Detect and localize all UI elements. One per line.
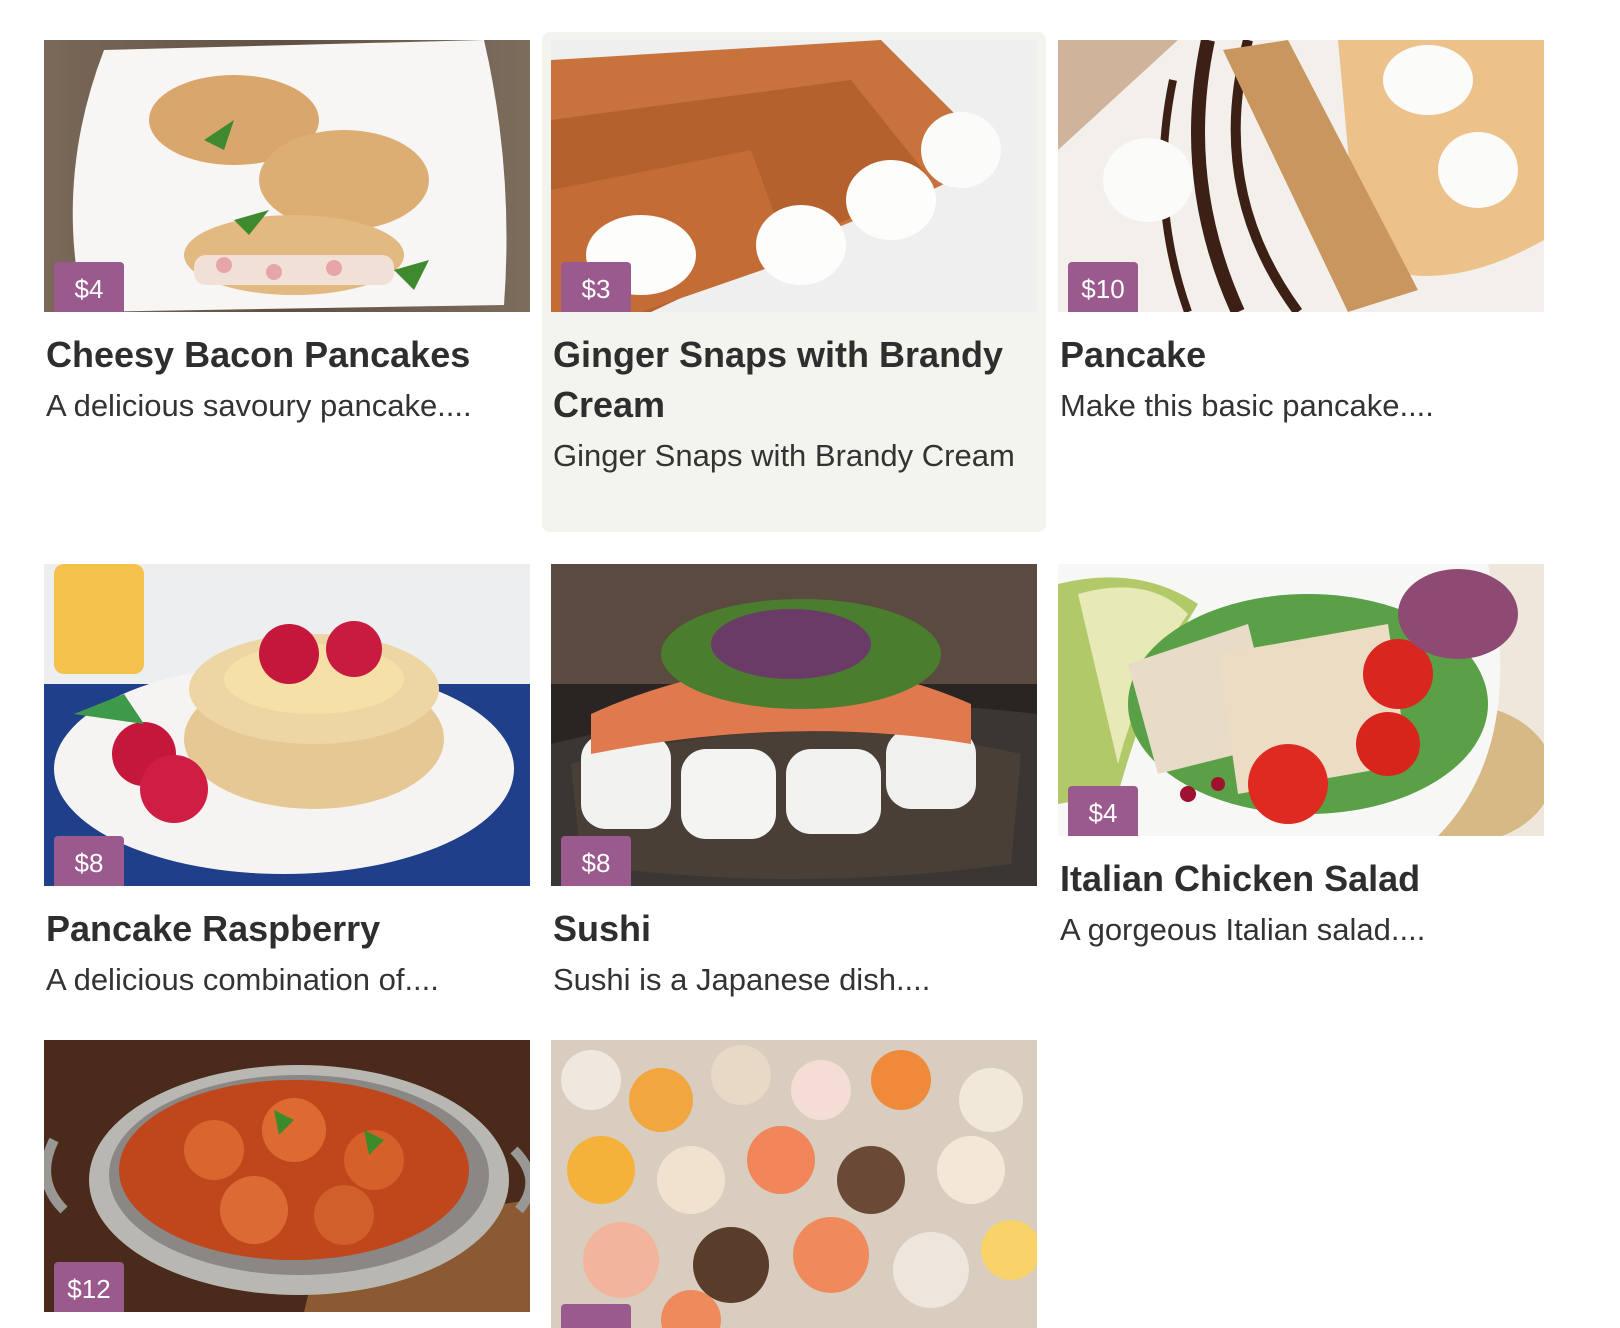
- price-badge: $10: [1068, 262, 1138, 312]
- menu-card-description: A delicious combination of....: [46, 962, 439, 997]
- menu-card-curry[interactable]: $12: [44, 1040, 530, 1312]
- menu-card-title[interactable]: Italian Chicken Salad: [1060, 854, 1544, 904]
- menu-card-description: Ginger Snaps with Brandy Cream: [553, 438, 1015, 473]
- price-badge: $12: [54, 1262, 124, 1312]
- menu-card-image[interactable]: $10: [1058, 40, 1544, 312]
- menu-card-image[interactable]: $3: [551, 40, 1037, 312]
- menu-card-italian-chicken-salad[interactable]: $4 Italian Chicken Salad A gorgeous Ital…: [1058, 564, 1544, 954]
- menu-card-pancake[interactable]: $10 Pancake Make this basic pancake....: [1058, 40, 1544, 430]
- menu-card-title[interactable]: Ginger Snaps with Brandy Cream: [553, 330, 1037, 430]
- menu-card-image[interactable]: $4: [44, 40, 530, 312]
- menu-card-image[interactable]: $4: [1058, 564, 1544, 836]
- price-badge: $8: [54, 836, 124, 886]
- price-badge: $8: [561, 836, 631, 886]
- menu-card-cheesy-bacon-pancakes[interactable]: $4 Cheesy Bacon Pancakes A delicious sav…: [44, 40, 530, 430]
- price-badge: $3: [561, 262, 631, 312]
- menu-card-image[interactable]: [551, 1040, 1037, 1328]
- canapes-photo-icon: [551, 1040, 1037, 1328]
- menu-card-image[interactable]: $8: [44, 564, 530, 886]
- menu-card-sushi[interactable]: $8 Sushi Sushi is a Japanese dish....: [551, 564, 1037, 1004]
- price-badge: [561, 1304, 631, 1328]
- menu-card-title[interactable]: Sushi: [553, 904, 1037, 954]
- menu-card-description: A gorgeous Italian salad....: [1060, 912, 1426, 947]
- menu-card-title[interactable]: Pancake: [1060, 330, 1544, 380]
- menu-card-description: Sushi is a Japanese dish....: [553, 962, 931, 997]
- menu-card-title[interactable]: Pancake Raspberry: [46, 904, 530, 954]
- menu-card-description: A delicious savoury pancake....: [46, 388, 472, 423]
- menu-card-description: Make this basic pancake....: [1060, 388, 1434, 423]
- price-badge: $4: [1068, 786, 1138, 836]
- menu-card-title[interactable]: Cheesy Bacon Pancakes: [46, 330, 530, 380]
- price-badge: $4: [54, 262, 124, 312]
- menu-card-ginger-snaps[interactable]: $3 Ginger Snaps with Brandy Cream Ginger…: [542, 32, 1046, 532]
- menu-card-pancake-raspberry[interactable]: $8 Pancake Raspberry A delicious combina…: [44, 564, 530, 1004]
- menu-card-image[interactable]: $8: [551, 564, 1037, 886]
- menu-card-image[interactable]: $12: [44, 1040, 530, 1312]
- menu-grid: $4 Cheesy Bacon Pancakes A delicious sav…: [0, 0, 1620, 1328]
- menu-card-canapes[interactable]: [551, 1040, 1037, 1328]
